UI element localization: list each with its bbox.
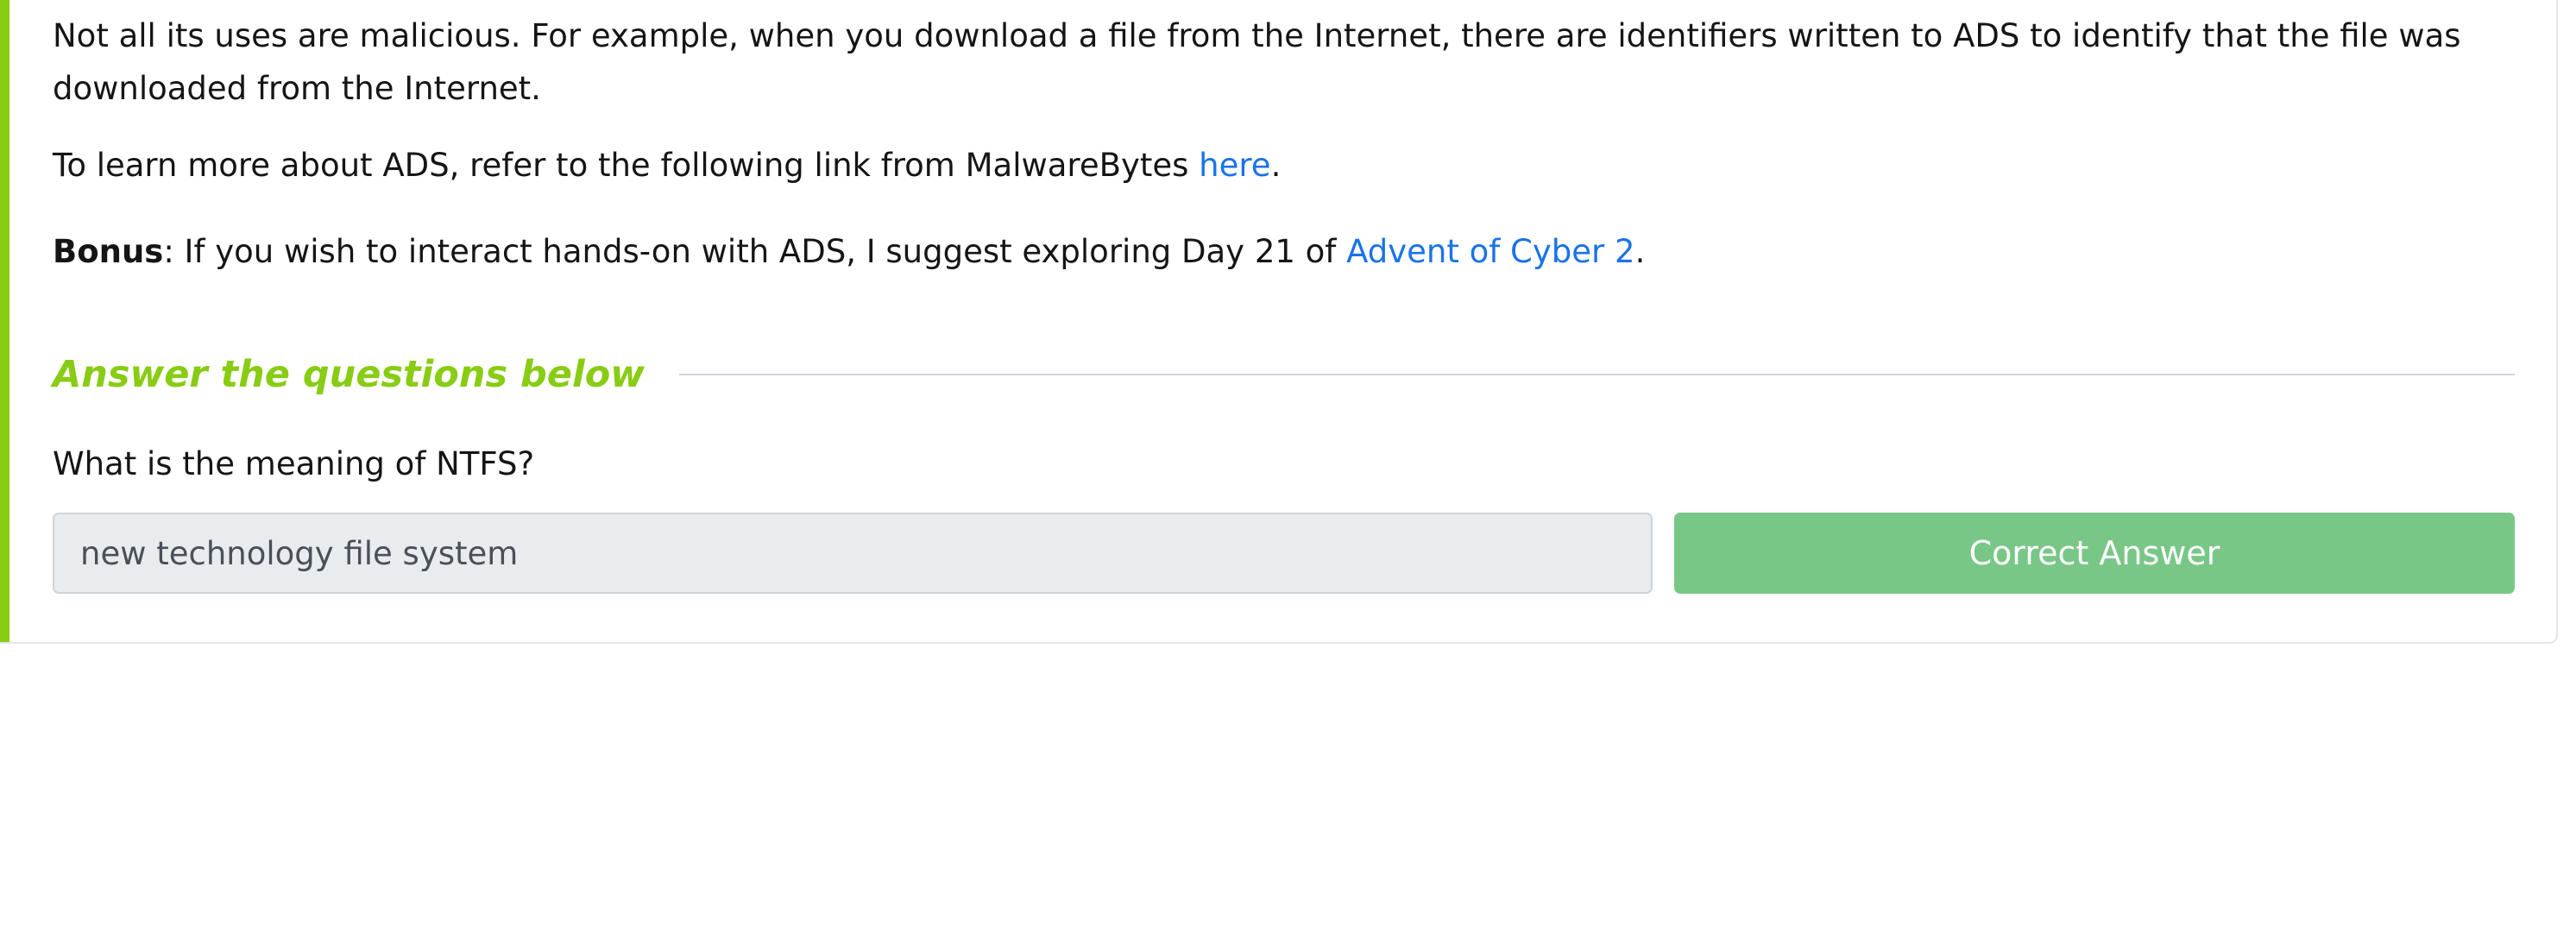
paragraph-learn-more-text: To learn more about ADS, refer to the fo…	[53, 147, 1200, 184]
answer-input[interactable]	[53, 513, 1653, 594]
task-card: Not all its uses are malicious. For exam…	[0, 0, 2558, 644]
paragraph-bonus: Bonus: If you wish to interact hands-on …	[53, 225, 1645, 278]
advent-of-cyber-link[interactable]: Advent of Cyber 2	[1346, 233, 1634, 270]
task-accent-bar	[0, 0, 9, 642]
heading-divider	[678, 374, 2515, 375]
paragraph-learn-more: To learn more about ADS, refer to the fo…	[53, 139, 1281, 192]
paragraph-ads-uses: Not all its uses are malicious. For exam…	[53, 17, 2461, 107]
paragraph-learn-more-suffix: .	[1270, 147, 1282, 184]
answer-questions-heading: Answer the questions below	[53, 353, 645, 396]
paragraph-bonus-suffix: .	[1634, 233, 1646, 270]
paragraph-bonus-text: : If you wish to interact hands-on with …	[163, 233, 1347, 270]
answer-section-header: Answer the questions below	[53, 346, 2515, 403]
correct-answer-button[interactable]: Correct Answer	[1674, 513, 2515, 594]
malwarebytes-link[interactable]: here	[1199, 147, 1270, 184]
bonus-label: Bonus	[53, 233, 164, 270]
question-text: What is the meaning of NTFS?	[53, 445, 535, 482]
